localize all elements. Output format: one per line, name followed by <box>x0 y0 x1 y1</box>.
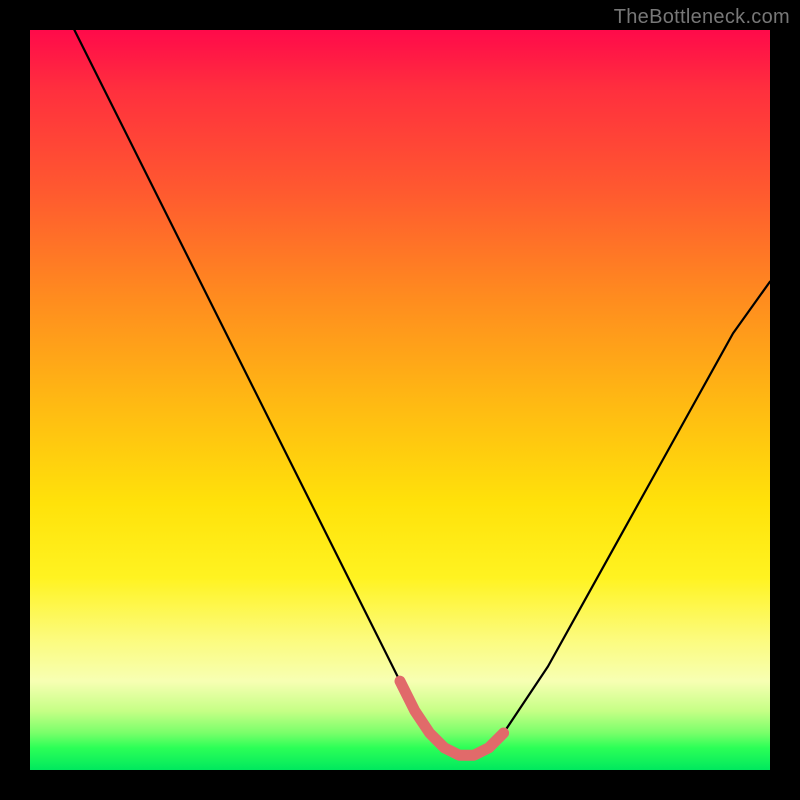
bottleneck-curve <box>74 30 770 755</box>
curve-layer <box>30 30 770 770</box>
chart-frame: TheBottleneck.com <box>0 0 800 800</box>
optimal-range-highlight <box>400 681 504 755</box>
plot-area <box>30 30 770 770</box>
watermark-text: TheBottleneck.com <box>614 6 790 29</box>
